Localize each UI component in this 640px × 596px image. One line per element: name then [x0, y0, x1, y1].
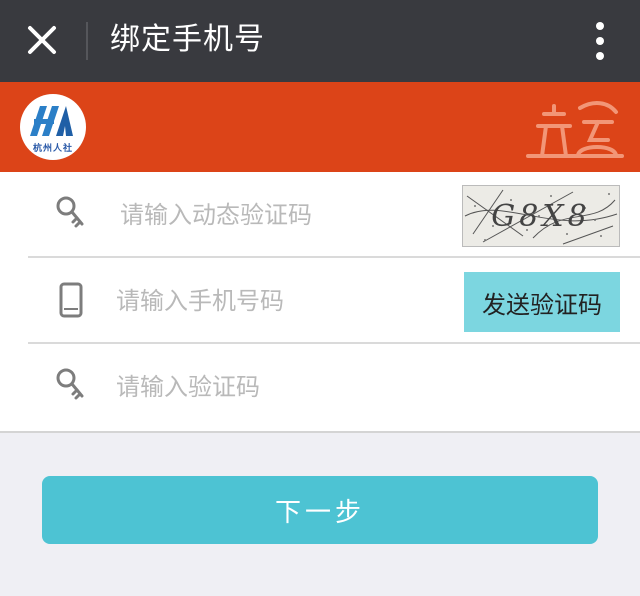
captcha-image[interactable]: G8X8 — [462, 185, 620, 247]
page-title: 绑定手机号 — [110, 22, 265, 57]
key-icon — [56, 368, 84, 400]
captcha-row: G8X8 — [0, 172, 640, 258]
emblem-icon — [526, 101, 624, 158]
captcha-text: G8X8 — [491, 199, 591, 234]
phone-input[interactable] — [116, 285, 436, 317]
captcha-input[interactable] — [120, 199, 440, 231]
logo-text: 杭州人社 — [32, 144, 73, 154]
send-code-button[interactable]: 发送验证码 — [464, 272, 620, 332]
phone-row: 发送验证码 — [0, 258, 640, 344]
navigation-bar: 绑定手机号 — [0, 0, 640, 82]
more-options-button[interactable] — [590, 20, 610, 62]
close-button[interactable] — [22, 20, 62, 60]
sms-code-row — [0, 344, 640, 430]
more-vertical-icon — [596, 22, 604, 60]
bind-phone-form: G8X8 发送验证码 — [0, 172, 640, 432]
next-step-button[interactable]: 下一步 — [42, 476, 598, 544]
close-icon — [28, 26, 56, 54]
key-icon — [56, 196, 84, 228]
nav-divider — [86, 22, 88, 60]
hangzhou-hrss-logo: 杭州人社 — [20, 94, 86, 160]
brand-banner: 杭州人社 — [0, 82, 640, 172]
mobile-phone-icon — [59, 282, 83, 318]
sms-code-input[interactable] — [116, 371, 436, 403]
form-bottom-border — [0, 431, 640, 433]
